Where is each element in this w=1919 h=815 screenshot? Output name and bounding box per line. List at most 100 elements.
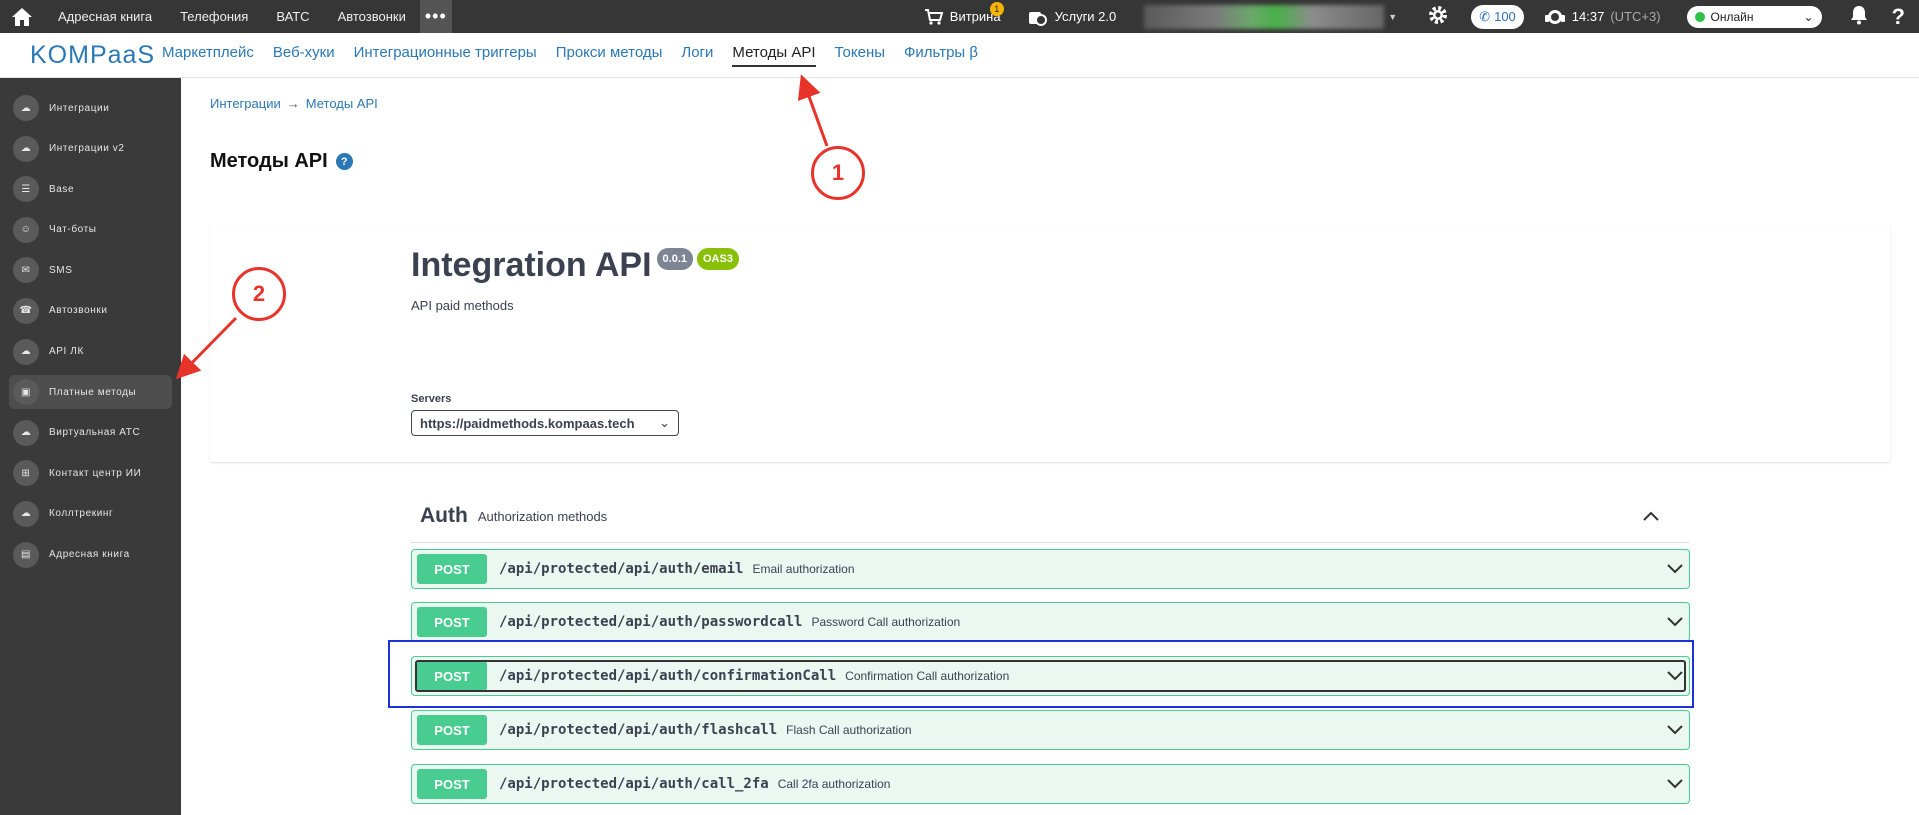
chevron-down-icon[interactable] <box>1667 725 1683 735</box>
shop-button[interactable]: Витрина 1 <box>924 1 1004 26</box>
sidebar-item-virtual-pbx[interactable]: ☁ Виртуальная АТС <box>9 416 172 450</box>
annotation-marker-two: 2 <box>232 267 286 321</box>
tab-logs[interactable]: Логи <box>681 44 713 67</box>
servers-select[interactable]: https://paidmethods.kompaas.tech ⌄ <box>411 410 679 436</box>
servers-label: Servers <box>411 393 452 405</box>
tab-webhooks[interactable]: Веб-хуки <box>273 44 335 67</box>
operator-icon <box>1544 9 1565 24</box>
api-cloud-icon: ☁ <box>13 338 39 365</box>
chatbot-icon: ☺ <box>13 216 39 243</box>
method-badge: POST <box>417 715 487 745</box>
sidebar-item-integrations[interactable]: ☁ Интеграции <box>9 91 172 125</box>
sidebar-item-ai-contact-center[interactable]: ⊞ Контакт центр ИИ <box>9 456 172 490</box>
tab-filters[interactable]: Фильтры β <box>904 44 978 67</box>
sidebar-item-api-lk[interactable]: ☁ API ЛК <box>9 335 172 369</box>
tab-proxy-methods[interactable]: Прокси методы <box>556 44 663 67</box>
top-bar: Адресная книга Телефония ВАТС Автозвонки… <box>0 0 1919 33</box>
topnav-address-book[interactable]: Адресная книга <box>44 0 166 33</box>
sms-icon: ✉ <box>13 257 39 284</box>
sidebar-item-label: API ЛК <box>49 346 84 358</box>
sidebar-item-label: SMS <box>49 264 73 276</box>
highlight-box <box>388 640 1694 708</box>
page-title: Методы API <box>210 150 328 172</box>
status-select[interactable]: Онлайн ⌄ <box>1686 5 1822 28</box>
sidebar-item-label: Интеграции <box>49 102 110 114</box>
auth-group-header[interactable]: Auth Authorization methods <box>411 490 1689 543</box>
operation-row[interactable]: POST /api/protected/api/auth/email Email… <box>411 549 1690 589</box>
services-icon <box>1028 11 1047 26</box>
annotation-marker-one: 1 <box>811 146 865 200</box>
cloud-sync-icon: ☁ <box>13 135 39 162</box>
bell-icon[interactable] <box>1850 5 1868 28</box>
services-label: Услуги 2.0 <box>1054 9 1117 24</box>
breadcrumb-separator: → <box>286 96 300 111</box>
caret-down-icon[interactable]: ▼ <box>1388 12 1397 22</box>
sidebar-item-label: Чат-боты <box>49 224 97 236</box>
home-icon[interactable] <box>0 0 44 33</box>
operation-path: /api/protected/api/auth/email <box>499 561 744 577</box>
operation-summary: Call 2fa authorization <box>777 777 891 791</box>
servers-value: https://paidmethods.kompaas.tech <box>420 415 635 431</box>
chevron-down-icon[interactable] <box>1667 617 1683 627</box>
sidebar-item-label: Контакт центр ИИ <box>49 467 142 479</box>
help-icon[interactable]: ? <box>1892 4 1905 30</box>
chevron-up-icon[interactable] <box>1643 511 1659 521</box>
robot-call-icon: ☎ <box>13 297 39 324</box>
shop-badge: 1 <box>989 1 1004 16</box>
tab-marketplace[interactable]: Маркетплейс <box>162 44 254 67</box>
tab-integration-triggers[interactable]: Интеграционные триггеры <box>354 44 537 67</box>
operation-path: /api/protected/api/auth/flashcall <box>499 722 778 738</box>
operation-summary: Flash Call authorization <box>786 723 912 737</box>
arrow-one <box>797 74 829 147</box>
more-menu-button[interactable]: ••• <box>419 0 452 33</box>
network-icon: ⊞ <box>13 460 39 487</box>
auth-group-name: Auth <box>420 504 468 527</box>
gear-icon[interactable] <box>1427 4 1449 29</box>
sidebar-item-chatbots[interactable]: ☺ Чат-боты <box>9 213 172 247</box>
sidebar-item-label: Адресная книга <box>49 549 130 561</box>
page-title-row: Методы API ? <box>210 150 353 173</box>
status-dot <box>1694 11 1705 22</box>
auth-group-description: Authorization methods <box>477 508 608 524</box>
sidebar-item-integrations-v2[interactable]: ☁ Интеграции v2 <box>9 132 172 166</box>
address-book-icon: ▤ <box>13 541 39 568</box>
topnav-telephony[interactable]: Телефония <box>166 0 262 33</box>
sidebar: ☁ Интеграции ☁ Интеграции v2 ☰ Base ☺ Чат-бо… <box>0 78 181 815</box>
api-title-row: Integration API 0.0.1 OAS3 <box>411 246 739 285</box>
tab-tokens[interactable]: Токены <box>835 44 885 67</box>
account-selector-blurred[interactable] <box>1144 4 1385 29</box>
sidebar-item-address-book[interactable]: ▤ Адресная книга <box>9 538 172 572</box>
sidebar-item-calltracking[interactable]: ☁ Коллтрекинг <box>9 497 172 531</box>
phone-counter[interactable]: ✆ 100 <box>1471 4 1524 29</box>
api-description: API paid methods <box>411 298 514 313</box>
cart-icon <box>924 8 944 25</box>
wallet-icon: ▣ <box>13 379 39 406</box>
sidebar-item-label: Интеграции v2 <box>49 143 125 155</box>
operation-row[interactable]: POST /api/protected/api/auth/passwordcal… <box>411 602 1690 642</box>
topnav-vats[interactable]: ВАТС <box>262 0 323 33</box>
help-icon[interactable]: ? <box>335 153 353 170</box>
clock-time: 14:37 <box>1571 9 1605 24</box>
topnav-autocalls[interactable]: Автозвонки <box>324 0 420 33</box>
chevron-down-icon[interactable] <box>1667 779 1683 789</box>
tab-api-methods[interactable]: Методы API <box>732 44 816 67</box>
sidebar-item-sms[interactable]: ✉ SMS <box>9 253 172 287</box>
kompaas-logo[interactable]: KOMPaaS <box>30 41 154 70</box>
operation-row[interactable]: POST /api/protected/api/auth/flashcall F… <box>411 710 1690 750</box>
breadcrumb-current[interactable]: Методы API <box>306 96 378 111</box>
version-badge: 0.0.1 <box>656 248 693 270</box>
services-button[interactable]: Услуги 2.0 <box>1027 8 1117 26</box>
sidebar-item-paid-methods[interactable]: ▣ Платные методы <box>9 375 172 410</box>
sub-navigation: KOMPaaS Маркетплейс Веб-хуки Интеграцион… <box>0 33 1919 78</box>
breadcrumb: Интеграции → Методы API <box>210 96 378 111</box>
sidebar-item-label: Base <box>49 183 75 195</box>
method-badge: POST <box>417 607 487 637</box>
operation-row[interactable]: POST /api/protected/api/auth/call_2fa Ca… <box>411 764 1690 804</box>
clock-timezone: (UTC+3) <box>1610 9 1661 24</box>
operation-summary: Email authorization <box>752 562 855 576</box>
sidebar-item-label: Виртуальная АТС <box>49 427 141 439</box>
chevron-down-icon[interactable] <box>1667 564 1683 574</box>
sidebar-item-base[interactable]: ☰ Base <box>9 172 172 206</box>
breadcrumb-integrations[interactable]: Интеграции <box>210 96 281 111</box>
sidebar-item-autocalls[interactable]: ☎ Автозвонки <box>9 294 172 328</box>
